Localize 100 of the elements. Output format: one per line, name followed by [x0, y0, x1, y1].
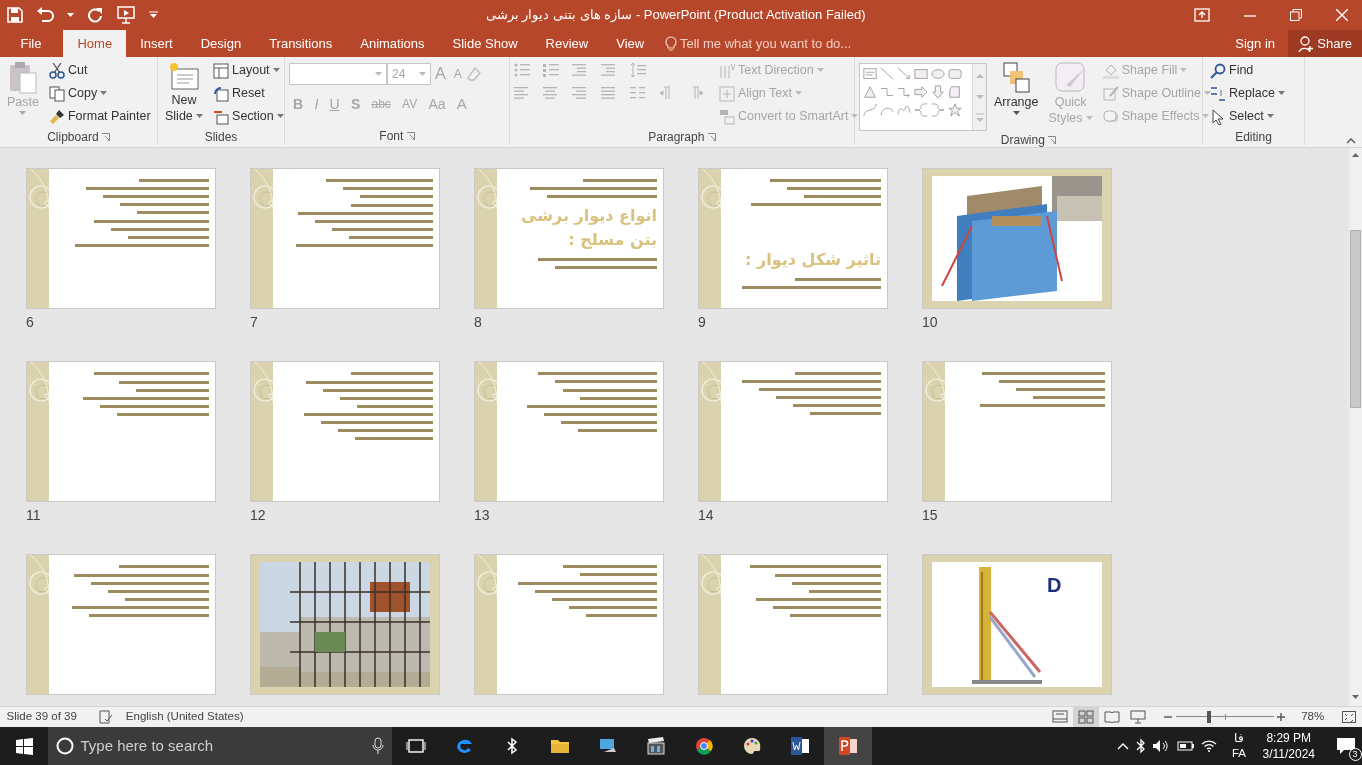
search-field[interactable]: Type here to search: [48, 727, 392, 765]
ribbon-button[interactable]: Select: [1207, 105, 1288, 128]
scissors-icon: [48, 62, 65, 79]
font-name-field[interactable]: [289, 63, 387, 86]
clapperboard-icon[interactable]: [646, 736, 666, 756]
ribbon-tab[interactable]: Review: [531, 30, 603, 57]
slide-thumbnail[interactable]: [698, 554, 888, 695]
bullets-icon[interactable]: [514, 62, 530, 79]
line-spacing-icon[interactable]: [630, 62, 646, 79]
ribbon-tab[interactable]: Slide Show: [438, 30, 532, 57]
redo-icon[interactable]: [86, 7, 103, 23]
tell-me-field[interactable]: Tell me what you want to do...: [679, 33, 852, 54]
ribbon-tab[interactable]: Transitions: [255, 30, 347, 57]
customize-icon[interactable]: [148, 11, 158, 19]
palette-icon[interactable]: [742, 736, 762, 756]
ribbon-tab[interactable]: Animations: [346, 30, 439, 57]
zoom-out-icon[interactable]: [1164, 713, 1173, 721]
caret-icon: [816, 68, 824, 73]
restore-icon[interactable]: [1290, 9, 1302, 21]
start-icon[interactable]: [15, 737, 33, 755]
ribbon-button[interactable]: Cut: [45, 59, 154, 82]
undo-icon[interactable]: [35, 7, 54, 23]
ribbon-tab[interactable]: Home: [63, 30, 127, 57]
slide-thumbnail[interactable]: [250, 361, 440, 502]
chrome-icon[interactable]: [694, 736, 714, 756]
powerpoint-icon[interactable]: [838, 736, 858, 756]
dialog-launcher-icon[interactable]: [101, 133, 110, 141]
task-view-icon[interactable]: [406, 736, 426, 756]
caret-icon: [794, 91, 802, 96]
chevron-up-icon[interactable]: [1117, 742, 1130, 750]
spelling-check-icon[interactable]: [98, 710, 113, 724]
slide-thumbnail[interactable]: [698, 361, 888, 502]
caret-icon: [1204, 91, 1211, 96]
ribbon-tab[interactable]: File: [6, 30, 56, 57]
increase-indent-icon[interactable]: [601, 62, 617, 79]
ribbon-button[interactable]: Section: [210, 105, 287, 128]
numbering-icon[interactable]: [543, 62, 559, 79]
caret-icon: [419, 71, 426, 77]
collapse-ribbon-icon[interactable]: [1345, 136, 1356, 144]
ribbon-button[interactable]: Layout: [210, 59, 287, 82]
new-slide-button[interactable]: New Slide: [162, 59, 207, 128]
slide-thumbnail[interactable]: [26, 554, 216, 695]
zoom-slider[interactable]: [1175, 711, 1274, 723]
ribbon-button[interactable]: Format Painter: [45, 105, 154, 128]
dialog-launcher-icon[interactable]: [406, 132, 415, 140]
slide-number: 11: [26, 506, 42, 525]
ribbon-tab[interactable]: View: [602, 30, 659, 57]
scrollbar-thumb[interactable]: [1350, 230, 1361, 408]
wifi-icon[interactable]: [1201, 740, 1218, 752]
ribbon-button[interactable]: Copy: [45, 82, 154, 105]
dialog-launcher-icon[interactable]: [1048, 136, 1057, 144]
slide-thumbnail[interactable]: [922, 361, 1112, 502]
save-icon[interactable]: [6, 7, 23, 23]
dialog-launcher-icon[interactable]: [707, 133, 716, 141]
slide-thumbnail[interactable]: [922, 168, 1112, 309]
presentation-icon[interactable]: [115, 6, 136, 24]
reset-icon: [213, 85, 230, 102]
ribbon-tab[interactable]: Design: [186, 30, 256, 57]
pointer-icon: [1210, 108, 1226, 125]
align-center-icon[interactable]: [543, 84, 559, 101]
shapes-gallery[interactable]: [859, 63, 987, 131]
sign-in-link[interactable]: Sign in: [1235, 33, 1276, 54]
align-right-icon[interactable]: [572, 84, 588, 101]
language-indicator[interactable]: English (United States): [125, 708, 244, 726]
slide-thumbnail[interactable]: D: [922, 554, 1112, 695]
slide-thumbnail[interactable]: [474, 361, 664, 502]
fit-to-window-icon[interactable]: [1341, 711, 1356, 723]
close-icon[interactable]: [1336, 9, 1348, 21]
zoom-in-icon[interactable]: [1276, 713, 1285, 721]
paint-bucket-icon: [1102, 62, 1119, 79]
lightbulb-icon[interactable]: [664, 35, 677, 52]
align-left-icon[interactable]: [514, 84, 530, 101]
slide-thumbnail[interactable]: [250, 168, 440, 309]
arrange-icon: [1001, 61, 1032, 95]
arrange-button[interactable]: Arrange: [991, 59, 1042, 131]
decrease-indent-icon[interactable]: [572, 62, 588, 79]
battery-icon[interactable]: [1176, 740, 1195, 752]
notifications-icon[interactable]: [1335, 737, 1356, 755]
justify-icon[interactable]: [601, 84, 617, 101]
smartart-icon: [719, 108, 735, 125]
clear-format-icon[interactable]: [465, 66, 482, 83]
ribbon-button[interactable]: Reset: [210, 82, 287, 105]
share-button[interactable]: Share: [1288, 30, 1362, 57]
zoom-slider-thumb[interactable]: [1207, 711, 1212, 723]
slide-label: D: [1047, 573, 1062, 598]
bluetooth-icon[interactable]: [1135, 738, 1146, 754]
group-label: Editing: [1235, 129, 1272, 146]
slide-thumbnail[interactable]: [250, 554, 440, 695]
slide-thumbnail[interactable]: [26, 168, 216, 309]
clock[interactable]: 8:29 PM 3/11/2024: [1262, 729, 1315, 763]
slide-thumbnail[interactable]: [474, 554, 664, 695]
view-button[interactable]: [1073, 707, 1100, 727]
word-icon[interactable]: [790, 736, 810, 756]
slide-thumbnail[interactable]: [26, 361, 216, 502]
volume-icon[interactable]: [1152, 739, 1171, 753]
columns-icon[interactable]: [630, 84, 646, 101]
ribbon-display-icon[interactable]: [1194, 8, 1210, 22]
group-label: Slides: [204, 129, 238, 146]
ribbon-tab[interactable]: Insert: [126, 30, 187, 57]
zoom-level[interactable]: 78%: [1301, 708, 1325, 726]
